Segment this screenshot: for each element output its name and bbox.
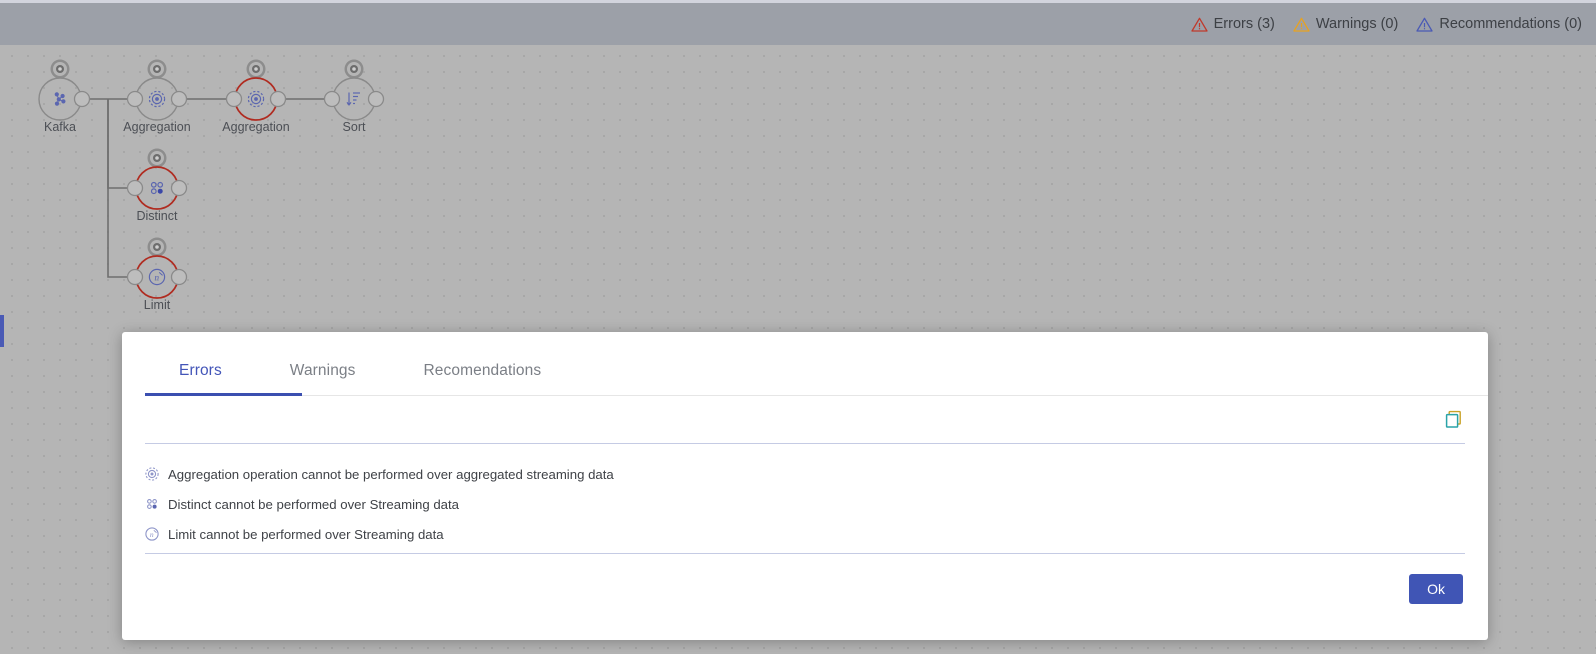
tab-errors[interactable]: Errors [145, 356, 256, 396]
node-label-sort: Sort [342, 120, 366, 134]
copy-button[interactable] [1441, 408, 1465, 432]
distinct-icon [150, 181, 164, 195]
distinct-icon [145, 497, 159, 511]
error-text: Distinct cannot be performed over Stream… [168, 496, 460, 512]
warning-triangle-icon [1293, 17, 1310, 32]
status-errors-label: Errors (3) [1213, 16, 1275, 32]
node-label-distinct: Distinct [136, 209, 178, 223]
svg-text:n: n [154, 273, 159, 283]
copy-icon [1445, 410, 1461, 428]
node-aggregation-1[interactable] [126, 59, 188, 121]
port-output [170, 179, 188, 197]
error-list-item[interactable]: Distinct cannot be performed over Stream… [145, 489, 1465, 519]
port-output [269, 90, 287, 108]
ok-button[interactable]: Ok [1409, 574, 1463, 604]
tab-warnings[interactable]: Warnings [256, 356, 390, 396]
error-list: Aggregation operation cannot be performe… [145, 444, 1465, 554]
node-label-aggregation-2: Aggregation [222, 120, 290, 134]
error-text: Aggregation operation cannot be performe… [168, 466, 614, 482]
warning-triangle-icon [1190, 17, 1208, 32]
node-label-aggregation-1: Aggregation [123, 120, 191, 134]
port-output [73, 90, 91, 108]
dialog-footer: Ok [122, 554, 1488, 624]
limit-icon: n [145, 527, 159, 541]
application-window: Errors (3) Warnings (0) Recommendations … [0, 0, 1596, 654]
aggregation-icon [145, 467, 159, 481]
status-recommendations-label: Recommendations (0) [1439, 16, 1582, 32]
status-errors[interactable]: Errors (3) [1190, 16, 1275, 32]
status-warnings-label: Warnings (0) [1315, 16, 1399, 32]
node-kafka[interactable] [38, 59, 91, 121]
port-input [323, 90, 341, 108]
dialog-tabs: Errors Warnings Recomendations [122, 332, 1488, 396]
error-list-item[interactable]: Aggregation operation cannot be performe… [145, 459, 1465, 489]
status-recommendations[interactable]: Recommendations (0) [1416, 16, 1582, 32]
node-label-kafka: Kafka [44, 120, 76, 134]
aggregation-icon [247, 90, 265, 108]
top-status-bar: Errors (3) Warnings (0) Recommendations … [0, 0, 1596, 45]
port-input [225, 90, 243, 108]
edge-kafka-distinct [107, 99, 135, 189]
node-aggregation-2[interactable] [225, 59, 287, 121]
node-distinct[interactable] [126, 148, 188, 210]
port-input [126, 268, 144, 286]
sort-icon [346, 92, 360, 106]
port-output [170, 90, 188, 108]
port-input [126, 179, 144, 197]
warning-triangle-icon [1416, 17, 1433, 32]
validation-dialog: Errors Warnings Recomendations Aggregati… [122, 332, 1488, 640]
svg-text:n: n [150, 530, 154, 539]
tab-recommendations[interactable]: Recomendations [390, 356, 576, 396]
port-output [367, 90, 385, 108]
error-text: Limit cannot be performed over Streaming… [168, 526, 444, 542]
port-input [126, 90, 144, 108]
limit-icon: n [148, 268, 166, 286]
graph-edges [82, 98, 332, 278]
node-label-limit: Limit [143, 298, 171, 312]
aggregation-icon [148, 90, 166, 108]
kafka-icon [54, 92, 66, 106]
status-warnings[interactable]: Warnings (0) [1293, 16, 1398, 32]
port-output [170, 268, 188, 286]
dialog-toolbar [145, 396, 1465, 444]
error-list-item[interactable]: n Limit cannot be performed over Streami… [145, 519, 1465, 549]
node-limit[interactable]: n [126, 237, 188, 299]
node-sort[interactable] [323, 59, 385, 121]
